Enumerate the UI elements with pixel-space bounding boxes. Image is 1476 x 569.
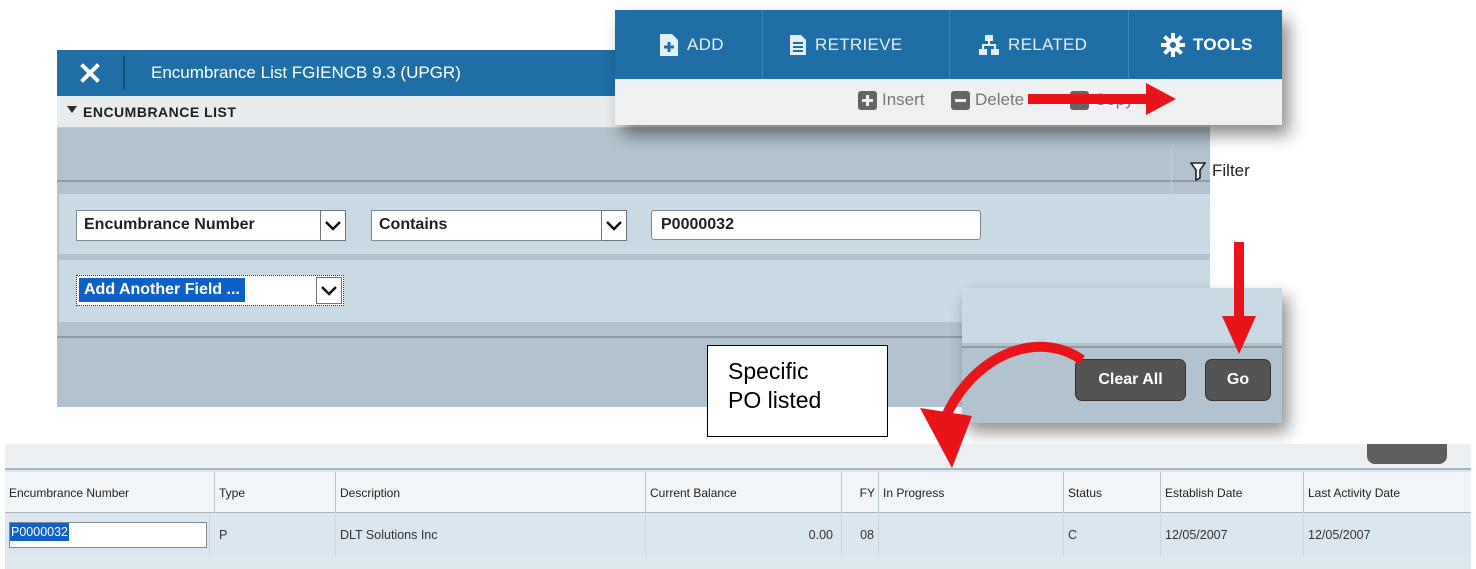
arrow-to-go-icon: [1222, 242, 1256, 354]
curved-arrow-to-results-icon: [920, 341, 1085, 468]
annotation-arrows: [920, 83, 1256, 468]
arrow-to-filter-icon: [1028, 83, 1176, 115]
screenshot-stage: Encumbrance List FGIENCB 9.3 (UPGR) ENCU…: [0, 0, 1476, 569]
